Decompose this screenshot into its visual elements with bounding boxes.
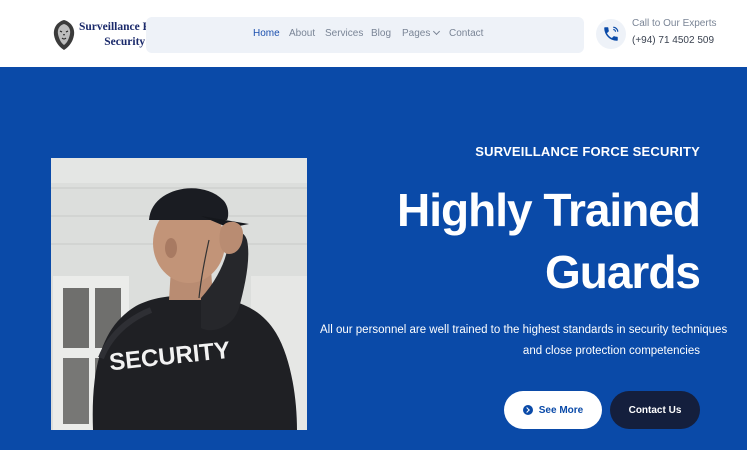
hero-section: SECURITY SURVEILLANCE FORCE SECURITY Hig… (0, 67, 750, 450)
hero-eyebrow: SURVEILLANCE FORCE SECURITY (475, 144, 700, 159)
security-guard-illustration: SECURITY (51, 158, 307, 430)
nav-item-home[interactable]: Home (253, 28, 280, 39)
nav-item-blog[interactable]: Blog (371, 28, 391, 39)
main-nav: Home About Services Blog Pages Contact (146, 17, 584, 53)
site-header: Surveillance Force Security Home About S… (0, 0, 750, 67)
call-number[interactable]: (+94) 71 4502 509 (632, 35, 714, 46)
nav-item-contact[interactable]: Contact (449, 28, 483, 39)
hero-headline-line1: Highly Trained (397, 184, 701, 236)
contact-us-label: Contact Us (628, 404, 682, 416)
hero-description: All our personnel are well trained to th… (320, 320, 728, 362)
chevron-down-icon (433, 27, 441, 36)
lion-head-icon (53, 20, 75, 50)
hero-headline-line2: Guards (544, 246, 701, 298)
security-guard-photo: SECURITY (51, 158, 307, 430)
nav-item-pages[interactable]: Pages (402, 27, 441, 39)
see-more-label: See More (538, 404, 584, 416)
nav-item-pages-label: Pages (402, 28, 431, 39)
see-more-button[interactable]: See More (504, 391, 602, 429)
phone-icon (604, 26, 619, 41)
hero-headline: Highly Trained Guards (397, 179, 701, 303)
nav-item-services[interactable]: Services (325, 28, 363, 39)
call-button[interactable] (596, 19, 626, 49)
call-label: Call to Our Experts (632, 18, 717, 29)
hero-description-line2: and close protection competencies (522, 345, 700, 357)
nav-item-about[interactable]: About (289, 28, 315, 39)
contact-us-button[interactable]: Contact Us (610, 391, 700, 429)
arrow-right-circle-icon (522, 405, 533, 415)
hero-description-line1: All our personnel are well trained to th… (320, 324, 728, 336)
